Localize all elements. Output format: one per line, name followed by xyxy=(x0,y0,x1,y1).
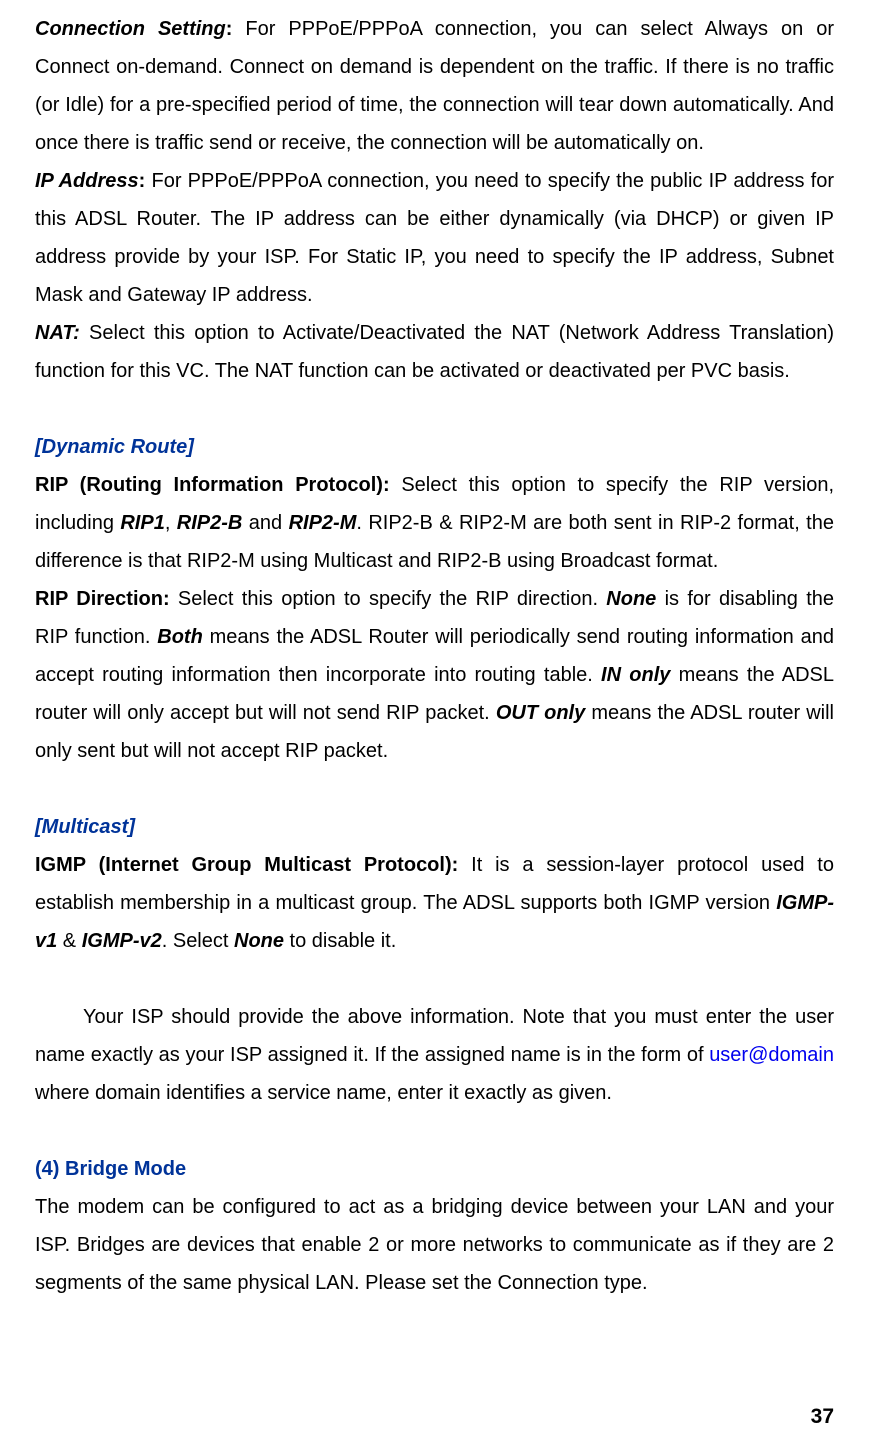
paragraph-isp-note: Your ISP should provide the above inform… xyxy=(35,998,834,1112)
paragraph-rip: RIP (Routing Information Protocol): Sele… xyxy=(35,466,834,580)
rip2b: RIP2-B xyxy=(177,512,243,534)
label-dynamic-route: [Dynamic Route] xyxy=(35,436,194,458)
in-only: IN only xyxy=(601,664,670,686)
page-number: 37 xyxy=(811,1405,834,1429)
paragraph-rip-direction: RIP Direction: Select this option to spe… xyxy=(35,580,834,770)
paragraph-bridge-mode: The modem can be configured to act as a … xyxy=(35,1188,834,1302)
text-bridge-mode: The modem can be configured to act as a … xyxy=(35,1196,834,1294)
paragraph-nat: NAT: Select this option to Activate/Deac… xyxy=(35,314,834,390)
label-connection-setting: Connection Setting xyxy=(35,18,226,40)
out-only: OUT only xyxy=(496,702,585,724)
text-igmp-3: to disable it. xyxy=(284,930,396,952)
none: None xyxy=(606,588,656,610)
amp: & xyxy=(57,930,81,952)
paragraph-connection-setting: Connection Setting: For PPPoE/PPPoA conn… xyxy=(35,10,834,162)
heading-dynamic-route: [Dynamic Route] xyxy=(35,428,834,466)
paragraph-igmp: IGMP (Internet Group Multicast Protocol)… xyxy=(35,846,834,960)
text-nat: Select this option to Activate/Deactivat… xyxy=(35,322,834,382)
text-isp-2: where domain identifies a service name, … xyxy=(35,1082,612,1104)
paragraph-ip-address: IP Address: For PPPoE/PPPoA connection, … xyxy=(35,162,834,314)
label-igmp: IGMP (Internet Group Multicast Protocol)… xyxy=(35,854,458,876)
label-rip: RIP (Routing Information Protocol): xyxy=(35,474,390,496)
igmp-none: None xyxy=(234,930,284,952)
user-domain-link[interactable]: user@domain xyxy=(709,1044,834,1066)
both: Both xyxy=(157,626,203,648)
label-bridge-mode: (4) Bridge Mode xyxy=(35,1158,186,1180)
rip2m: RIP2-M xyxy=(289,512,357,534)
heading-multicast: [Multicast] xyxy=(35,808,834,846)
igmp-v2: IGMP-v2 xyxy=(82,930,162,952)
document-content: Connection Setting: For PPPoE/PPPoA conn… xyxy=(35,10,834,1302)
text-igmp-2: . Select xyxy=(162,930,234,952)
heading-bridge-mode: (4) Bridge Mode xyxy=(35,1150,834,1188)
label-rip-direction: RIP Direction: xyxy=(35,588,170,610)
label-ip-address: IP Address xyxy=(35,170,139,192)
rip1: RIP1 xyxy=(120,512,164,534)
text-ripdir-1: Select this option to specify the RIP di… xyxy=(170,588,607,610)
label-multicast: [Multicast] xyxy=(35,816,135,838)
label-nat: NAT: xyxy=(35,322,80,344)
comma: , xyxy=(165,512,177,534)
and: and xyxy=(242,512,288,534)
text-ip-address: For PPPoE/PPPoA connection, you need to … xyxy=(35,170,834,306)
